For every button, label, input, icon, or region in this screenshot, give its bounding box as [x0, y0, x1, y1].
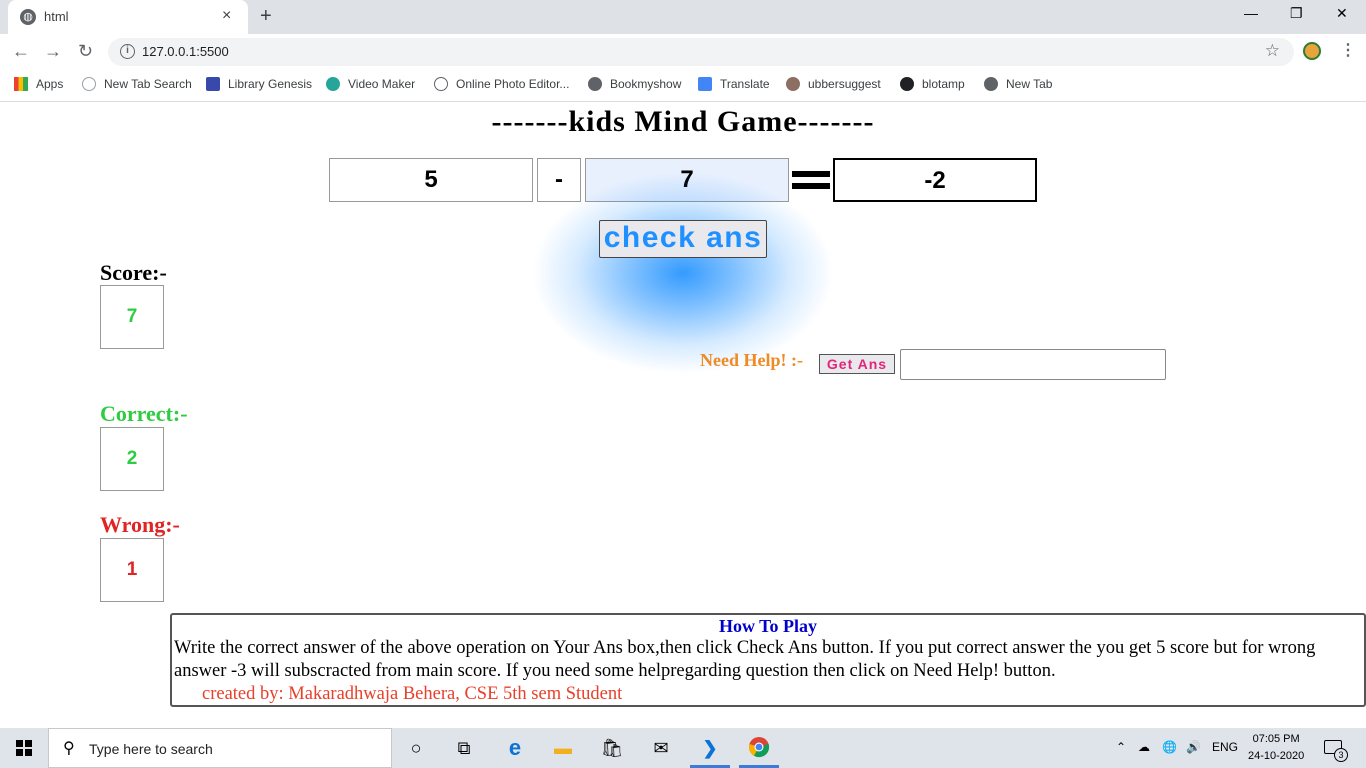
video-maker-icon [326, 77, 340, 91]
game-page: -------kids Mind Game------- 5 - 7 -2 ch… [0, 103, 1366, 727]
restore-icon[interactable]: ❐ [1290, 5, 1303, 22]
bookmark-apps[interactable]: Apps [14, 77, 63, 91]
back-icon[interactable]: ← [12, 41, 30, 62]
cortana-icon[interactable]: ○ [404, 736, 428, 760]
edge-icon[interactable]: e [503, 736, 527, 760]
how-to-play-title: How To Play [718, 616, 818, 636]
task-view-icon[interactable]: ⧉ [452, 736, 476, 760]
url-text: 127.0.0.1:5500 [142, 44, 229, 59]
bookmark-translate[interactable]: Translate [698, 77, 770, 91]
window-close-icon[interactable]: ✕ [1336, 5, 1348, 22]
ubbersuggest-icon [786, 77, 800, 91]
search-icon [82, 77, 96, 91]
get-answer-button[interactable]: Get Ans [819, 354, 895, 374]
bookmarks-bar: Apps New Tab Search Library Genesis Vide… [0, 70, 1366, 102]
how-to-play-text: Write the correct answer of the above op… [174, 638, 1316, 681]
apps-grid-icon [14, 77, 28, 91]
windows-start-icon[interactable] [16, 740, 32, 756]
chrome-icon[interactable] [747, 736, 771, 760]
file-explorer-icon[interactable]: ▬ [551, 736, 575, 760]
bookmark-library-genesis[interactable]: Library Genesis [206, 77, 312, 91]
bookmark-new-tab-search[interactable]: New Tab Search [82, 77, 192, 91]
more-menu-icon[interactable]: ⋮ [1340, 40, 1356, 60]
reload-icon[interactable]: ↻ [78, 41, 93, 62]
volume-icon[interactable]: 🔊 [1186, 740, 1201, 754]
globe-icon [984, 77, 998, 91]
notification-count-badge: 3 [1334, 748, 1348, 762]
minimize-icon[interactable]: — [1244, 5, 1258, 21]
bookmark-photo-editor[interactable]: Online Photo Editor... [434, 77, 569, 91]
translate-icon [698, 77, 712, 91]
language-indicator[interactable]: ENG [1212, 740, 1238, 754]
mail-icon[interactable]: ✉ [649, 736, 673, 760]
bookmark-video-maker[interactable]: Video Maker [326, 77, 415, 91]
wrong-label: Wrong:- [100, 512, 180, 537]
browser-tab[interactable]: ◍ html × [8, 0, 248, 34]
info-icon[interactable]: i [120, 44, 135, 59]
address-bar[interactable]: i 127.0.0.1:5500 ☆ [108, 38, 1294, 66]
clock-date: 24-10-2020 [1248, 750, 1305, 762]
close-tab-icon[interactable]: × [222, 7, 231, 25]
answer-input[interactable]: -2 [833, 158, 1037, 202]
system-clock[interactable]: 07:05 PM 24-10-2020 [1248, 731, 1304, 765]
credit-text: created by: Makaradhwaja Behera, CSE 5th… [202, 684, 623, 704]
operator-field[interactable]: - [537, 158, 581, 202]
onedrive-icon[interactable]: ☁ [1138, 740, 1150, 754]
wrong-value: 1 [100, 538, 164, 602]
show-hidden-icons-icon[interactable]: ⌃ [1116, 740, 1126, 754]
store-icon[interactable]: 🛍 [600, 736, 624, 760]
windows-taskbar: ⚲ Type here to search ○ ⧉ e ▬ 🛍 ✉ ❯ ⌃ ☁ … [0, 728, 1366, 768]
bookmark-new-tab[interactable]: New Tab [984, 77, 1052, 91]
help-answer-field[interactable] [900, 349, 1166, 380]
new-tab-button[interactable]: + [260, 5, 272, 28]
score-value: 7 [100, 285, 164, 349]
library-genesis-icon [206, 77, 220, 91]
blotamp-icon [900, 77, 914, 91]
bookmark-ubbersuggest[interactable]: ubbersuggest [786, 77, 881, 91]
clock-time: 07:05 PM [1252, 733, 1300, 745]
browser-tab-bar: ◍ html × + — ❐ ✕ [0, 0, 1366, 34]
operand1-field[interactable]: 5 [329, 158, 533, 202]
taskbar-search-placeholder: Type here to search [89, 741, 213, 757]
button-glow [531, 171, 835, 375]
bookmark-star-icon[interactable]: ☆ [1265, 41, 1280, 61]
globe-icon: ◍ [20, 9, 36, 25]
need-help-label: Need Help! :- [700, 350, 803, 370]
tab-title: html [44, 9, 69, 24]
vscode-icon[interactable]: ❯ [698, 736, 722, 760]
forward-icon[interactable]: → [44, 41, 62, 62]
search-icon: ⚲ [63, 740, 75, 757]
browser-toolbar: ← → ↻ i 127.0.0.1:5500 ☆ [0, 34, 1366, 70]
globe-icon [588, 77, 602, 91]
score-label: Score:- [100, 260, 167, 285]
bookmark-bookmyshow[interactable]: Bookmyshow [588, 77, 681, 91]
network-icon[interactable]: 🌐 [1162, 740, 1177, 754]
how-to-play-panel: How To Play Write the correct answer of … [170, 613, 1366, 707]
bookmark-blotamp[interactable]: blotamp [900, 77, 965, 91]
correct-value: 2 [100, 427, 164, 491]
correct-label: Correct:- [100, 401, 188, 426]
photo-editor-icon [434, 77, 448, 91]
profile-avatar-icon[interactable] [1303, 42, 1321, 60]
taskbar-search-box[interactable]: ⚲ Type here to search [48, 728, 392, 768]
check-answer-button[interactable]: check ans [599, 220, 767, 258]
page-title: -------kids Mind Game------- [491, 105, 875, 138]
equals-sign [792, 171, 830, 189]
